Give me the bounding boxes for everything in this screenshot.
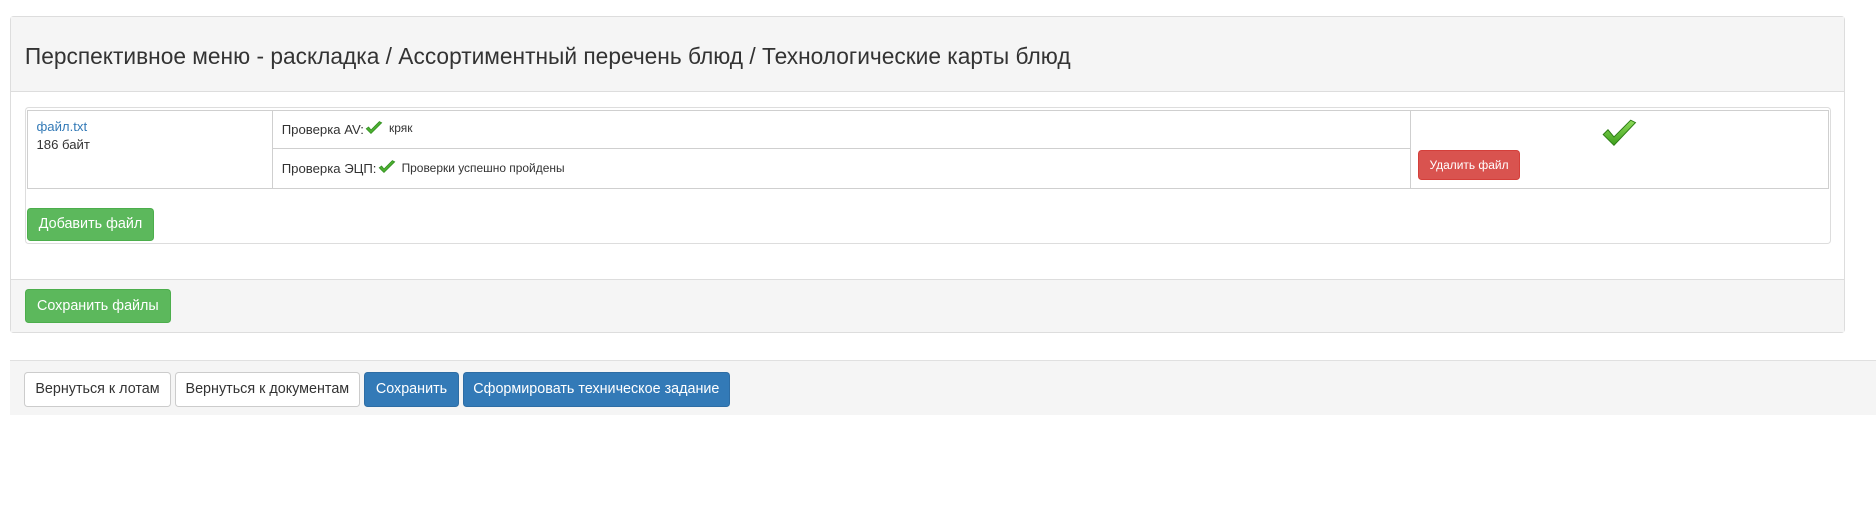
files-list: файл.txt 186 байт Проверка AV: кряк Пров… bbox=[24, 107, 1832, 244]
back-to-documents-button[interactable]: Вернуться к документам bbox=[174, 371, 361, 407]
av-check-row: Проверка AV: кряк bbox=[273, 111, 1410, 150]
files-panel: Перспективное меню - раскладка / Ассорти… bbox=[9, 15, 1845, 333]
file-checks: Проверка AV: кряк Проверка ЭЦП: Проверки… bbox=[273, 110, 1411, 188]
panel-footer: Сохранить файлы bbox=[10, 278, 1844, 333]
file-row: файл.txt 186 байт Проверка AV: кряк Пров… bbox=[27, 109, 1829, 189]
bottom-toolbar: Вернуться к лотам Вернуться к документам… bbox=[9, 360, 1876, 416]
check-icon bbox=[1602, 119, 1637, 154]
file-size: 186 байт bbox=[36, 136, 90, 152]
add-file-button[interactable]: Добавить файл bbox=[27, 207, 154, 242]
delete-file-button[interactable]: Удалить файл bbox=[1418, 150, 1520, 181]
file-info: файл.txt 186 байт bbox=[28, 110, 274, 188]
file-actions: Удалить файл bbox=[1411, 111, 1828, 188]
ecp-check-result: Проверки успешно пройдены bbox=[401, 161, 565, 176]
ecp-check-label: Проверка ЭЦП: bbox=[281, 160, 377, 176]
page-title: Перспективное меню - раскладка / Ассорти… bbox=[24, 42, 1071, 69]
check-icon bbox=[378, 159, 396, 177]
av-check-label: Проверка AV: bbox=[281, 121, 364, 137]
generate-tz-button[interactable]: Сформировать техническое задание bbox=[462, 371, 730, 407]
ecp-check-row: Проверка ЭЦП: Проверки успешно пройдены bbox=[273, 149, 1410, 187]
back-to-lots-button[interactable]: Вернуться к лотам bbox=[23, 371, 172, 407]
file-link[interactable]: файл.txt bbox=[36, 118, 264, 136]
panel-heading: Перспективное меню - раскладка / Ассорти… bbox=[10, 16, 1844, 92]
save-files-button[interactable]: Сохранить файлы bbox=[24, 289, 171, 323]
av-check-result: кряк bbox=[389, 121, 413, 136]
save-button[interactable]: Сохранить bbox=[363, 371, 460, 407]
check-icon bbox=[365, 120, 383, 138]
